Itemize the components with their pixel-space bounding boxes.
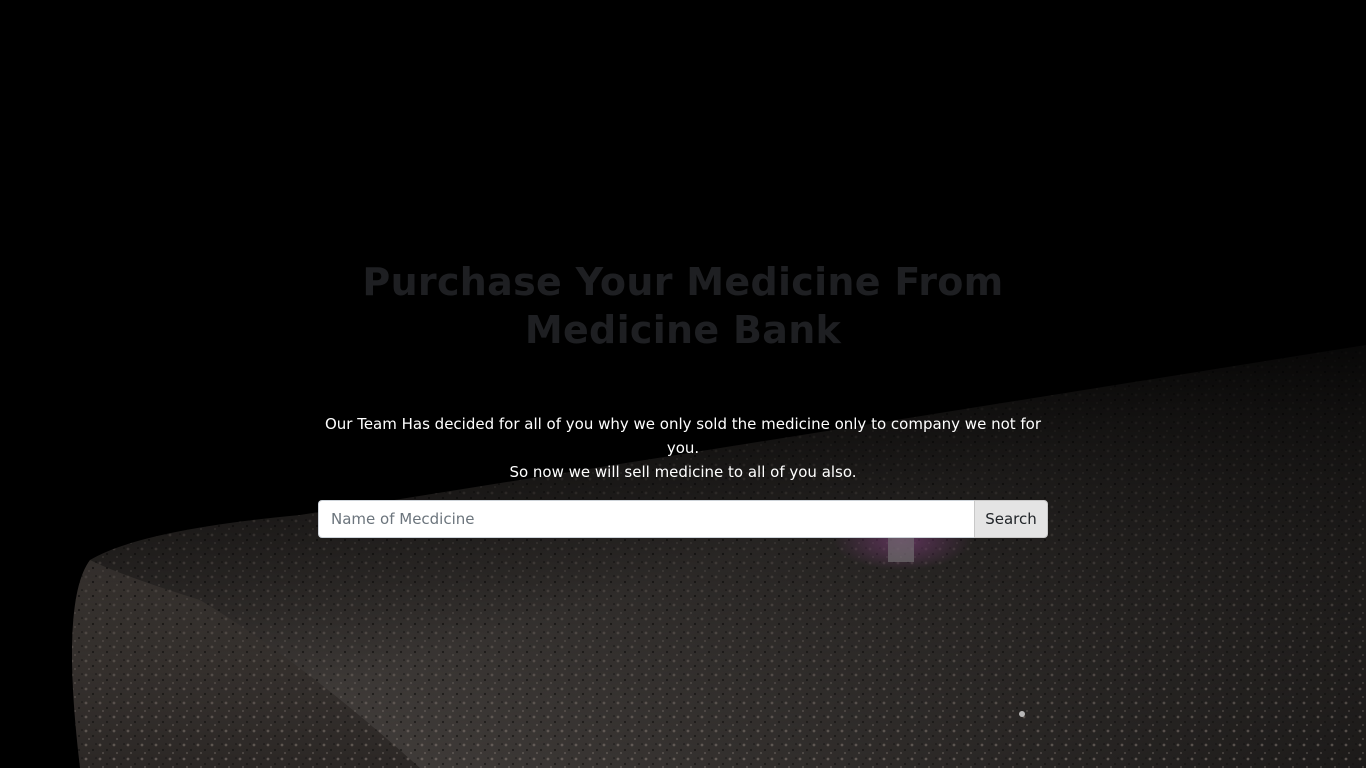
intro-line-2: So now we will sell medicine to all of y… — [509, 463, 857, 481]
hero-content: Purchase Your Medicine From Medicine Ban… — [318, 258, 1048, 538]
intro-paragraph: Our Team Has decided for all of you why … — [318, 412, 1048, 484]
hero-section: Purchase Your Medicine From Medicine Ban… — [0, 0, 1366, 768]
medicine-search-form: Search — [318, 500, 1048, 538]
medicine-search-input[interactable] — [318, 500, 974, 538]
search-button[interactable]: Search — [974, 500, 1048, 538]
page-title: Purchase Your Medicine From Medicine Ban… — [362, 260, 1004, 352]
intro-line-1: Our Team Has decided for all of you why … — [324, 415, 1042, 457]
